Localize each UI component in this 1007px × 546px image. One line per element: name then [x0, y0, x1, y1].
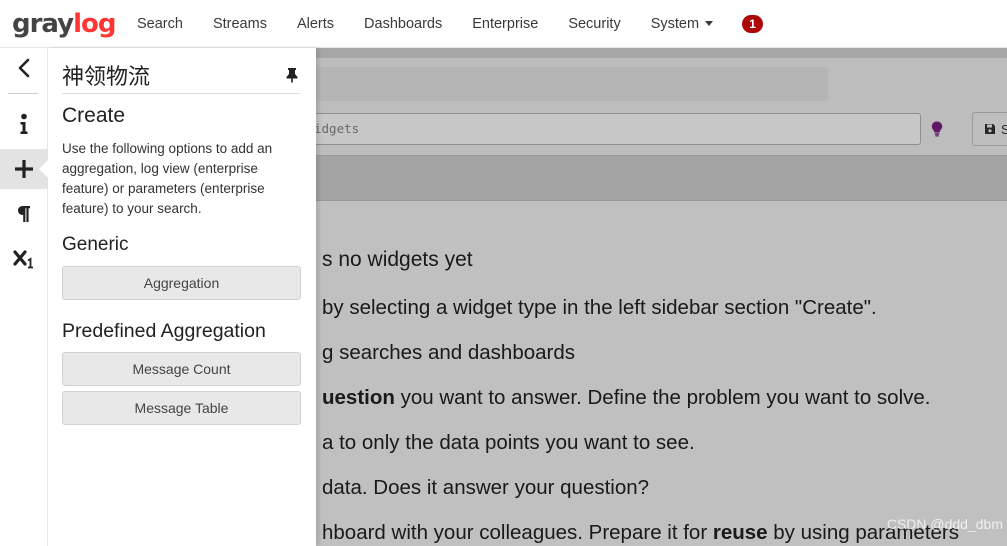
panel-header: 神领物流	[62, 56, 300, 94]
nav-dashboards[interactable]: Dashboards	[349, 0, 457, 48]
predefined-aggregation-heading: Predefined Aggregation	[62, 320, 266, 342]
plus-icon	[15, 160, 33, 178]
paragraph-icon	[18, 206, 30, 222]
nav-streams[interactable]: Streams	[198, 0, 282, 48]
highlighting-button[interactable]	[0, 194, 48, 234]
parameters-button[interactable]	[0, 239, 48, 279]
logo-text-log: log	[73, 8, 116, 39]
caret-down-icon	[705, 21, 714, 27]
collapse-sidebar-button[interactable]	[0, 48, 48, 88]
logo-text-gray: gray	[12, 8, 74, 39]
nav-system-label: System	[650, 15, 700, 32]
create-heading: Create	[62, 104, 126, 127]
message-table-button[interactable]: Message Table	[62, 391, 301, 425]
nav-items: Search Streams Alerts Dashboards Enterpr…	[122, 0, 728, 48]
search-details-button[interactable]	[0, 104, 48, 144]
nav-security[interactable]: Security	[553, 0, 635, 48]
sidebar-icon-rail	[0, 48, 49, 546]
top-navbar: gray log Search Streams Alerts Dashboards…	[0, 0, 1007, 48]
rail-divider	[8, 93, 38, 94]
nav-search[interactable]: Search	[122, 0, 198, 48]
create-button[interactable]	[0, 149, 49, 189]
nav-enterprise[interactable]: Enterprise	[457, 0, 553, 48]
sidebar-create-panel: 神领物流 Create Use the following options to…	[48, 48, 316, 546]
subscript-icon	[13, 250, 33, 269]
thumbtack-icon[interactable]	[284, 67, 300, 83]
aggregation-button[interactable]: Aggregation	[62, 266, 301, 300]
message-count-button[interactable]: Message Count	[62, 352, 301, 386]
graylog-logo[interactable]: gray log	[12, 8, 117, 39]
generic-heading: Generic	[62, 234, 129, 255]
create-description: Use the following options to add an aggr…	[62, 141, 273, 216]
nav-alerts[interactable]: Alerts	[282, 0, 349, 48]
info-icon	[20, 113, 28, 134]
chevron-left-icon	[18, 58, 30, 78]
panel-title: 神领物流	[62, 64, 151, 90]
watermark: CSDN @ddd_dbm	[886, 516, 1003, 532]
nav-system[interactable]: System	[636, 0, 728, 48]
notification-badge[interactable]: 1	[742, 14, 764, 33]
